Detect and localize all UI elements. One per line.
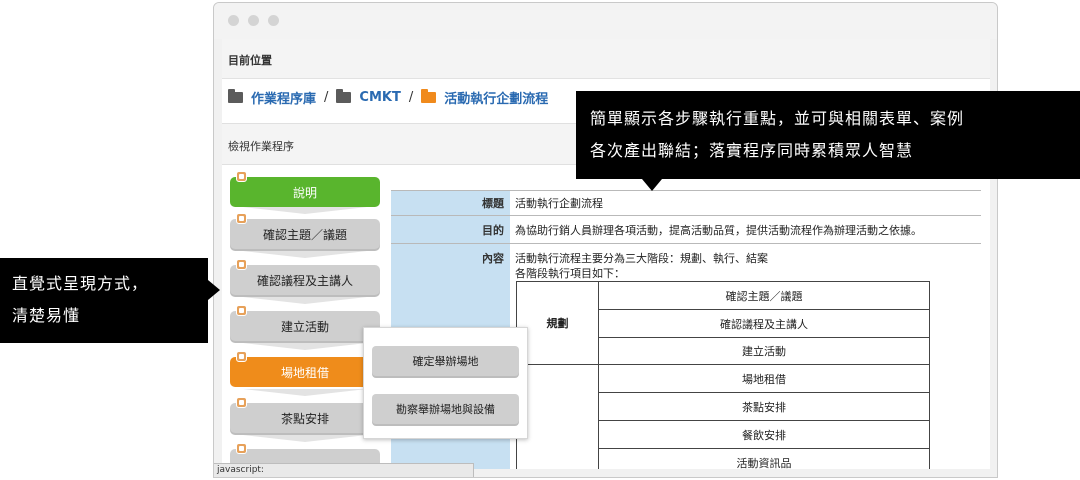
flow-arrow-icon [230, 435, 380, 443]
flow-arrow-icon [230, 251, 380, 259]
step-icon [236, 305, 247, 316]
phase-item: 建立活動 [598, 337, 930, 365]
flow-step-confirm-topic[interactable]: 確認主題／議題 [230, 213, 380, 249]
callout-left-line-1: 直覺式呈現方式， [12, 274, 149, 293]
phase-item: 茶點安排 [598, 392, 930, 421]
breadcrumb-separator: / [324, 89, 329, 105]
substep-confirm-venue[interactable]: 確定舉辦場地 [372, 346, 519, 376]
substep-inspect-venue[interactable]: 勘察舉辦場地與設備 [372, 394, 519, 424]
flow-step-label: 場地租借 [280, 365, 329, 380]
phase-item: 確認議程及主講人 [598, 309, 930, 338]
flow-step-confirm-agenda[interactable]: 確認議程及主講人 [230, 259, 380, 295]
folder-open-icon [421, 88, 437, 103]
callout-left-line-2: 清楚易懂 [12, 306, 81, 325]
step-icon [236, 213, 247, 224]
flow-arrow-icon [230, 389, 380, 397]
folder-icon [336, 88, 352, 103]
location-title: 目前位置 [228, 54, 272, 67]
window-minimize-dot[interactable] [248, 15, 259, 26]
window-maximize-dot[interactable] [268, 15, 279, 26]
view-procedure-title: 檢視作業程序 [228, 140, 294, 153]
step-icon [236, 443, 247, 454]
step-icon [236, 351, 247, 362]
flow-step-label: 說明 [292, 185, 317, 200]
callout-step-details: 簡單顯示各步驟執行重點，並可與相關表單、案例 各次產出聯結；落實程序同時累積眾人… [576, 91, 1080, 191]
folder-icon [228, 88, 243, 103]
substep-popup: 確定舉辦場地 勘察舉辦場地與設備 [363, 327, 528, 439]
flow-step-create-event[interactable]: 建立活動 [230, 305, 380, 341]
phase-cell-execution [516, 364, 599, 469]
step-icon [236, 259, 247, 270]
flow-step-label: 茶點安排 [280, 411, 329, 426]
flow-step-description[interactable]: 說明 [230, 171, 380, 207]
callout-right-line-1: 簡單顯示各步驟執行重點，並可與相關表單、案例 [590, 109, 965, 128]
phase-cell-planning: 規劃 [516, 281, 599, 365]
flow-step-label: 確認主題／議題 [262, 227, 347, 242]
breadcrumb-separator: / [408, 89, 414, 105]
breadcrumb-item-library[interactable]: 作業程序庫 [251, 88, 316, 107]
purpose-value: 為協助行銷人員辦理各項活動，提高活動品質，提供活動流程作為辦理活動之依據。 [515, 224, 922, 237]
flow-arrow-icon [230, 297, 380, 305]
phase-item: 確認主題／議題 [598, 281, 930, 310]
breadcrumb-item-cmkt[interactable]: CMKT [359, 90, 400, 105]
purpose-label: 目的 [391, 222, 510, 238]
flow-step-label: 建立活動 [280, 319, 329, 334]
title-label: 標題 [391, 195, 510, 211]
flow-step-label: 確認議程及主講人 [256, 273, 353, 288]
title-bar [214, 3, 997, 39]
window-close-dot[interactable] [228, 15, 239, 26]
content-line-2: 各階段執行項目如下： [515, 267, 625, 280]
step-icon [236, 171, 247, 182]
callout-right-line-2: 各次產出聯結；落實程序同時累積眾人智慧 [590, 141, 914, 160]
content-line-1: 活動執行流程主要分為三大階段：規劃、執行、結案 [515, 252, 768, 265]
browser-window: 目前位置 作業程序庫 / CMKT / 活動執行企劃流程 檢視作業程序 說明 確… [213, 2, 998, 478]
callout-intuitive: 直覺式呈現方式， 清楚易懂 [0, 258, 220, 343]
phase-item: 餐飲安排 [598, 420, 930, 449]
flow-arrow-icon [230, 343, 380, 351]
breadcrumb-item-current[interactable]: 活動執行企劃流程 [444, 88, 548, 107]
phase-item: 活動資訊品 [598, 448, 930, 469]
breadcrumb: 作業程序庫 / CMKT / 活動執行企劃流程 [228, 87, 548, 107]
step-icon [236, 397, 247, 408]
flow-arrow-icon [230, 207, 380, 215]
location-bar: 目前位置 [222, 39, 990, 79]
phase-item: 場地租借 [598, 364, 930, 393]
title-value: 活動執行企劃流程 [515, 197, 603, 210]
status-bar: javascript: [214, 463, 474, 477]
content-label: 內容 [391, 250, 510, 266]
flow-step-venue-rental[interactable]: 場地租借 [230, 351, 380, 387]
flow-step-refreshments[interactable]: 茶點安排 [230, 397, 380, 433]
